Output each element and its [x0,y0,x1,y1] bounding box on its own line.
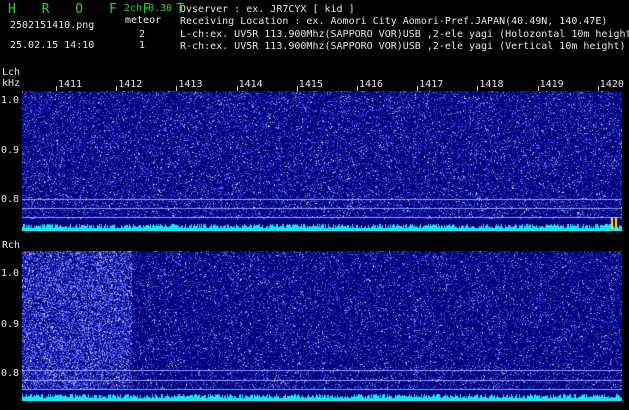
datetime: 25.02.15 14:10 [10,40,95,51]
time-tick-label: 1417 [419,79,444,90]
filename: 2502151410.png [10,20,95,31]
time-tick-label: 1420 [599,79,624,90]
version-value: 0.30 [148,3,173,14]
time-tick-label: 1418 [479,79,504,90]
lch-tick-0-9: 0.9 [1,145,20,156]
mode-value: 2ch [124,3,143,14]
observer-line: Ovserver : ex. JR7CYX [ kid ] [180,4,355,15]
mode-label: 2ch 0.30 [124,4,172,14]
time-tick-label: 1413 [178,79,203,90]
rch-tick-1-0: 1.0 [1,268,20,279]
meteor-label: meteor [125,15,162,26]
lch-tick-1-0: 1.0 [1,95,20,106]
meteor-count-rch: 1 [139,40,146,51]
lch-tick-0-8: 0.8 [1,194,20,205]
rch-tick-0-9: 0.9 [1,319,20,330]
time-tick-label: 1416 [359,79,384,90]
rch-label: Rch [2,240,21,251]
time-tick-label: 1414 [238,79,263,90]
time-tick-label: 1415 [298,79,323,90]
location-line: Receiving Location : ex. Aomori City Aom… [180,16,608,27]
rch-tick-0-8: 0.8 [1,368,20,379]
meteor-count-lch: 2 [139,29,146,40]
rch-waterfall [22,251,622,401]
time-tick-label: 1419 [539,79,564,90]
lch-waterfall [22,91,622,231]
time-tick-label: 1411 [58,79,83,90]
rch-info-line: R-ch:ex. UV5R 113.900Mhz(SAPPORO VOR)USB… [180,41,626,52]
lch-info-line: L-ch:ex. UV5R 113.900Mhz(SAPPORO VOR)USB… [180,29,629,40]
time-tick-label: 1412 [118,79,143,90]
lch-label: Lch [2,67,21,78]
lch-unit: kHz [2,78,21,89]
